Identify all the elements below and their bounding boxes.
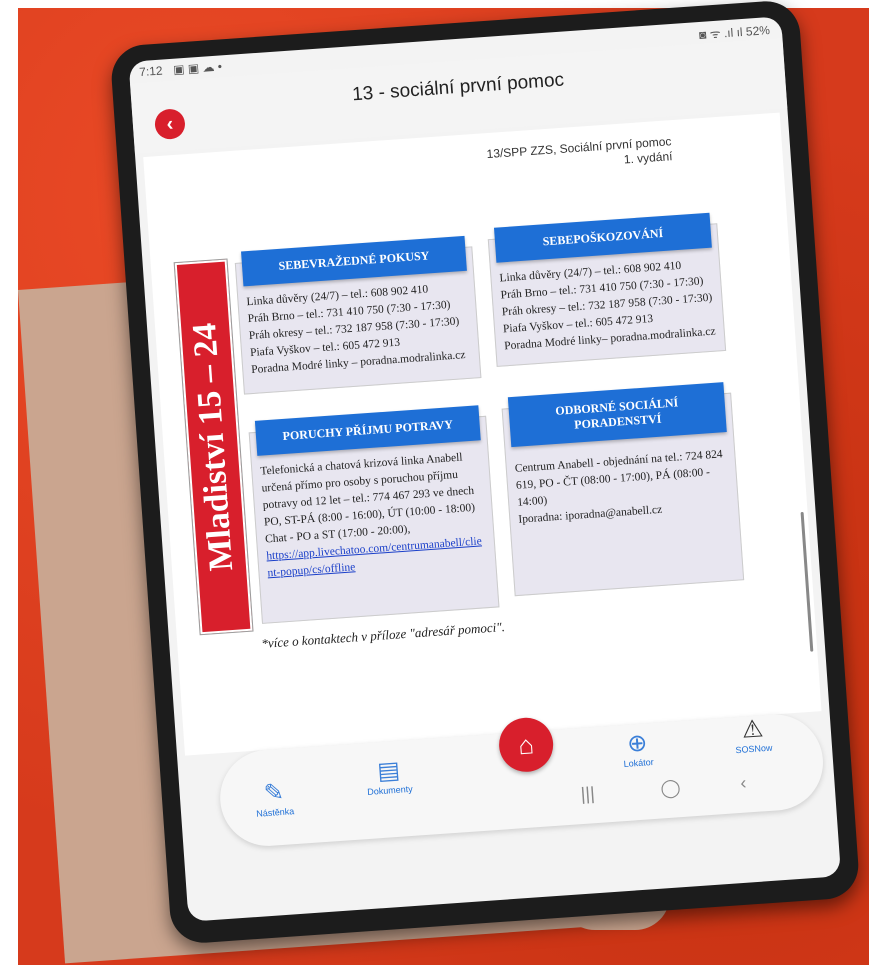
age-group-label: Mladiství 15 – 24 [185,321,241,573]
status-time: 7:12 [138,63,164,80]
box-heading: SEBEPOŠKOZOVÁNÍ [493,212,712,263]
document-view[interactable]: 13/SPP ZZS, Sociální první pomoc 1. vydá… [143,112,822,756]
signal-icons: ◙ ᯤ .ıl ıl [698,24,744,42]
tablet-device: 7:12 ▣ ▣ ☁ • ◙ ᯤ .ıl ıl 52% ‹ 13 - sociá… [109,0,861,945]
nav-item-dokumenty[interactable]: ▤ Dokumenty [348,755,430,798]
pin-icon: ✎ [262,778,285,808]
nav-label: Dokumenty [366,783,414,797]
nav-label: SOSNow [735,742,773,756]
contact-box-suicide-attempts: SEBEVRAŽEDNÉ POKUSY Linka důvěry (24/7) … [234,235,482,395]
notification-icons: ▣ ▣ ☁ • [172,59,223,77]
nav-item-nastenka[interactable]: ✎ Nástěnka [233,777,315,820]
nav-item-sosnow[interactable]: ⚠ SOSNow [712,713,794,756]
box-heading: ODBORNÉ SOCIÁLNÍ PORADENSTVÍ [507,382,727,448]
contact-box-social-counseling: ODBORNÉ SOCIÁLNÍ PORADENSTVÍ Centrum Ana… [501,382,745,597]
nav-label: Nástěnka [255,806,295,819]
contact-box-eating-disorders: PORUCHY PŘÍJMU POTRAVY Telefonická a cha… [248,405,500,624]
recents-button[interactable]: ||| [580,783,595,805]
crosshair-icon: ⊕ [626,729,649,758]
warning-icon: ⚠ [740,715,765,744]
clipboard-icon: ▤ [376,756,401,786]
document-scrollbar[interactable] [800,511,814,652]
home-icon: ⌂ [517,729,536,761]
box-heading: SEBEVRAŽEDNÉ POKUSY [241,235,467,287]
document-reference: 13/SPP ZZS, Sociální první pomoc 1. vydá… [486,134,673,177]
nav-item-lokator[interactable]: ⊕ Lokátor [596,727,678,770]
battery-level: 52% [745,23,771,39]
system-home-button[interactable]: ◯ [660,777,682,799]
contact-box-self-harm: SEBEPOŠKOZOVÁNÍ Linka důvěry (24/7) – te… [487,212,727,367]
tablet-screen: 7:12 ▣ ▣ ☁ • ◙ ᯤ .ıl ıl 52% ‹ 13 - sociá… [128,16,842,922]
system-navigation: ||| ◯ ‹ [580,770,786,814]
nav-label: Lokátor [623,756,655,770]
system-back-button[interactable]: ‹ [740,773,747,794]
footnote: *více o kontaktech v příloze "adresář po… [260,619,506,651]
box-heading: PORUCHY PŘÍJMU POTRAVY [254,405,481,456]
